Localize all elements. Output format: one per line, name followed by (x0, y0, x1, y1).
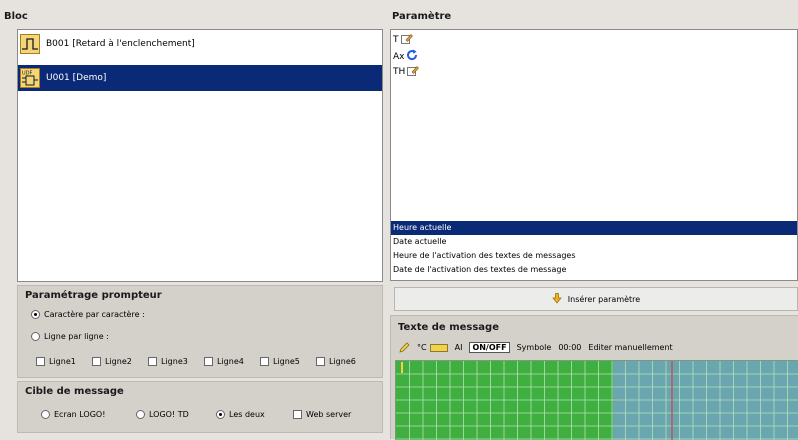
grid-teal-area (613, 361, 798, 440)
editer-manuellement-button[interactable]: Editer manuellement (588, 343, 672, 352)
inserer-parametre-button[interactable]: Insérer paramètre (394, 287, 798, 311)
checkbox[interactable] (316, 357, 325, 366)
param-label: T (393, 35, 399, 45)
checkbox-label: Ligne6 (329, 357, 356, 366)
list-item[interactable]: Heure de l'activation des textes de mess… (391, 249, 797, 263)
checkbox-label: Ligne4 (217, 357, 244, 366)
checkbox[interactable] (204, 357, 213, 366)
checkbox[interactable] (148, 357, 157, 366)
list-item[interactable]: Heure actuelle (391, 221, 797, 235)
checkbox-label: Ligne1 (49, 357, 76, 366)
param-label: Ax (393, 51, 405, 62)
message-title: Texte de message (398, 322, 499, 333)
checkbox-label: Ligne3 (161, 357, 188, 366)
bloc-item-label: B001 [Retard à l'enclenchement] (46, 39, 195, 49)
inserer-label: Insérer paramètre (567, 294, 641, 304)
variable-list[interactable]: Heure actuelle Date actuelle Heure de l'… (391, 221, 797, 281)
checkbox-label: Ligne2 (105, 357, 132, 366)
pencil-icon[interactable] (399, 342, 410, 353)
radio-button[interactable] (31, 310, 40, 319)
radio-label: Ligne par ligne : (44, 332, 109, 341)
param-row-t[interactable]: T (393, 33, 413, 47)
param-row-th[interactable]: TH (393, 65, 420, 79)
symbole-button[interactable]: Symbole (517, 343, 552, 352)
radio-char[interactable]: Caractère par caractère : (31, 310, 145, 319)
cible-group: Cible de message Ecran LOGO! LOGO! TD Le… (17, 381, 383, 433)
time-button[interactable]: 00:00 (558, 343, 581, 352)
radio-les-deux[interactable]: Les deux (216, 410, 265, 419)
radio-label: Ecran LOGO! (54, 410, 106, 419)
list-item[interactable]: Date actuelle (391, 235, 797, 249)
radio-line[interactable]: Ligne par ligne : (31, 332, 109, 341)
cible-title: Cible de message (25, 386, 124, 397)
onoff-button[interactable]: ON/OFF (469, 342, 510, 353)
bloc-list[interactable]: B001 [Retard à l'enclenchement] UDF U001… (17, 29, 383, 282)
edit-icon (407, 65, 420, 79)
param-label: TH (393, 67, 406, 77)
checkbox[interactable] (92, 357, 101, 366)
prompteur-group: Paramétrage prompteur Caractère par cara… (17, 285, 383, 378)
radio-logo-td[interactable]: LOGO! TD (136, 410, 189, 419)
bloc-item-b001[interactable]: B001 [Retard à l'enclenchement] (18, 31, 382, 57)
grid-green-area (396, 361, 613, 440)
bloc-item-label: U001 [Demo] (46, 73, 107, 83)
bar-graph-icon (429, 343, 448, 352)
degree-button[interactable]: °C (417, 343, 448, 352)
checkbox-ligne4[interactable]: Ligne4 (204, 357, 244, 366)
radio-button[interactable] (216, 410, 225, 419)
prompteur-title: Paramétrage prompteur (25, 290, 162, 301)
checkbox-ligne1[interactable]: Ligne1 (36, 357, 76, 366)
radio-button[interactable] (136, 410, 145, 419)
checkbox[interactable] (36, 357, 45, 366)
checkbox-label: Web server (306, 410, 352, 419)
radio-label: LOGO! TD (149, 410, 189, 419)
bloc-title: Bloc (4, 11, 28, 22)
checkbox-ligne5[interactable]: Ligne5 (260, 357, 300, 366)
checkbox-ligne6[interactable]: Ligne6 (316, 357, 356, 366)
checkbox-ligne2[interactable]: Ligne2 (92, 357, 132, 366)
degree-label: °C (417, 343, 427, 352)
checkbox-ligne3[interactable]: Ligne3 (148, 357, 188, 366)
param-row-ax[interactable]: Ax (393, 49, 418, 64)
ai-button[interactable]: AI (455, 343, 463, 352)
edit-icon (400, 33, 413, 47)
checkbox-web-server[interactable]: Web server (293, 410, 351, 419)
checkbox[interactable] (260, 357, 269, 366)
bloc-item-u001[interactable]: UDF U001 [Demo] (18, 65, 382, 91)
parametre-panel: T Ax TH Heure actuelle Date actuelle Heu… (390, 29, 798, 281)
message-grid[interactable] (395, 360, 798, 440)
arrow-down-icon (552, 292, 562, 306)
radio-ecran-logo[interactable]: Ecran LOGO! (41, 410, 105, 419)
checkbox-label: Ligne5 (273, 357, 300, 366)
radio-label: Les deux (229, 410, 265, 419)
radio-label: Caractère par caractère : (44, 310, 145, 319)
on-delay-timer-icon (20, 34, 40, 54)
radio-button[interactable] (31, 332, 40, 341)
message-toolbar: °C AI ON/OFF Symbole 00:00 Editer manuel… (399, 342, 673, 353)
udf-block-icon: UDF (20, 68, 40, 88)
radio-button[interactable] (41, 410, 50, 419)
refresh-icon (406, 49, 418, 64)
message-group: Texte de message °C AI ON/OFF Symbole 00… (390, 315, 798, 440)
checkbox[interactable] (293, 410, 302, 419)
parametre-title: Paramètre (392, 11, 452, 22)
list-item[interactable]: Date de l'activation des textes de messa… (391, 263, 797, 277)
